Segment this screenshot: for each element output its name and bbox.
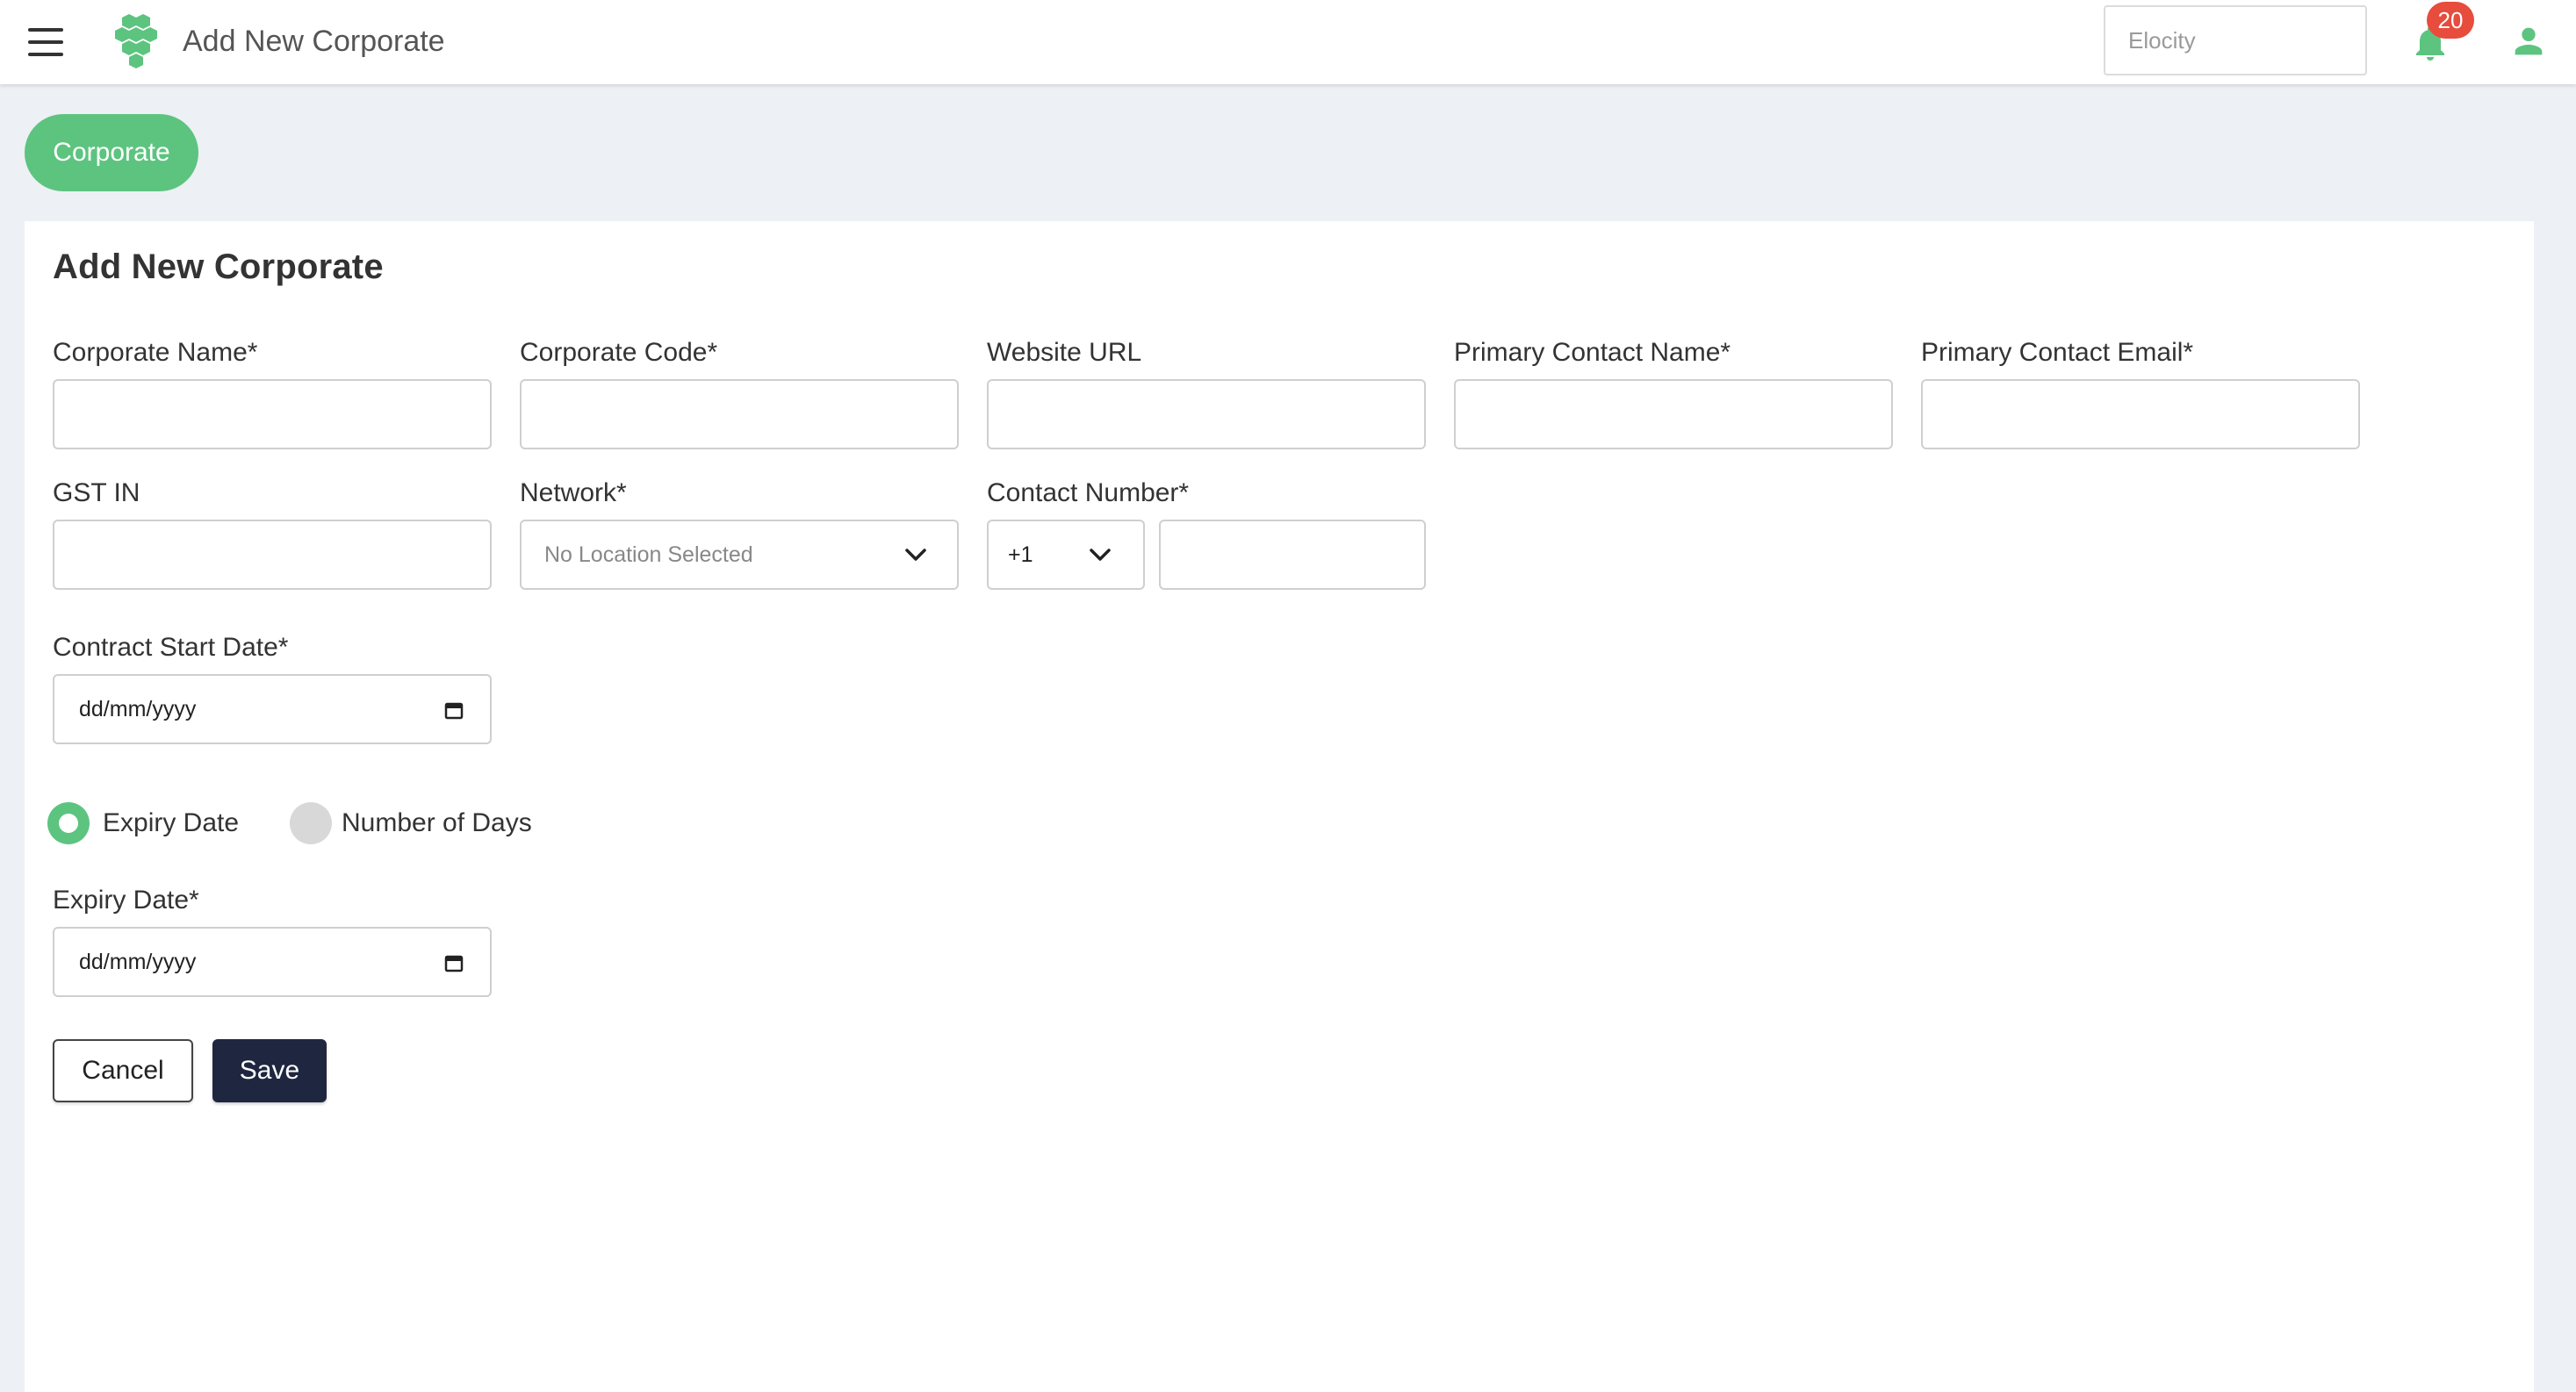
- country-code-select[interactable]: +1: [987, 520, 1145, 590]
- website-url-label: Website URL: [987, 338, 1142, 367]
- contract-start-date-input[interactable]: dd/mm/yyyy: [53, 674, 492, 744]
- top-bar: Add New Corporate Elocity 20: [0, 0, 2576, 84]
- contract-start-date-label: Contract Start Date*: [53, 633, 289, 662]
- expiry-date-radio-label: Expiry Date: [103, 808, 240, 837]
- expiry-date-input[interactable]: dd/mm/yyyy: [53, 927, 492, 997]
- corporate-code-input[interactable]: [520, 379, 959, 449]
- website-url-input[interactable]: [987, 379, 1426, 449]
- chevron-down-icon: [905, 549, 926, 561]
- network-select[interactable]: No Location Selected: [520, 520, 959, 590]
- gst-in-label: GST IN: [53, 478, 140, 507]
- number-of-days-radio-label: Number of Days: [342, 808, 532, 837]
- primary-contact-email-label: Primary Contact Email*: [1921, 338, 2194, 367]
- notification-badge: 20: [2427, 2, 2474, 39]
- logo-icon: [115, 14, 157, 68]
- corporate-name-label: Corporate Name*: [53, 338, 258, 367]
- primary-contact-name-input[interactable]: [1454, 379, 1893, 449]
- tab-corporate[interactable]: Corporate: [25, 114, 198, 191]
- page-title: Add New Corporate: [183, 25, 445, 58]
- chevron-down-icon: [1090, 549, 1111, 561]
- expiry-date-radio[interactable]: [47, 802, 90, 844]
- primary-contact-email-input[interactable]: [1921, 379, 2360, 449]
- corporate-code-label: Corporate Code*: [520, 338, 718, 367]
- location-select[interactable]: Elocity: [2104, 5, 2367, 75]
- number-of-days-radio[interactable]: [290, 802, 332, 844]
- calendar-icon[interactable]: [444, 700, 464, 720]
- date-placeholder: dd/mm/yyyy: [79, 697, 197, 721]
- expiry-date-label: Expiry Date*: [53, 886, 199, 915]
- network-select-value: No Location Selected: [544, 542, 753, 567]
- calendar-icon[interactable]: [444, 953, 464, 972]
- gst-in-input[interactable]: [53, 520, 492, 590]
- contact-number-input[interactable]: [1159, 520, 1426, 590]
- form-title: Add New Corporate: [53, 248, 384, 286]
- primary-contact-name-label: Primary Contact Name*: [1454, 338, 1731, 367]
- contact-number-label: Contact Number*: [987, 478, 1190, 507]
- menu-icon[interactable]: [26, 26, 65, 58]
- form-card: Add New Corporate Corporate Name* Corpor…: [25, 221, 2534, 1392]
- date-placeholder: dd/mm/yyyy: [79, 950, 197, 974]
- save-button[interactable]: Save: [212, 1039, 327, 1102]
- user-icon[interactable]: [2508, 21, 2550, 61]
- cancel-button[interactable]: Cancel: [53, 1039, 193, 1102]
- country-code-value: +1: [1008, 542, 1033, 567]
- network-label: Network*: [520, 478, 627, 507]
- corporate-name-input[interactable]: [53, 379, 492, 449]
